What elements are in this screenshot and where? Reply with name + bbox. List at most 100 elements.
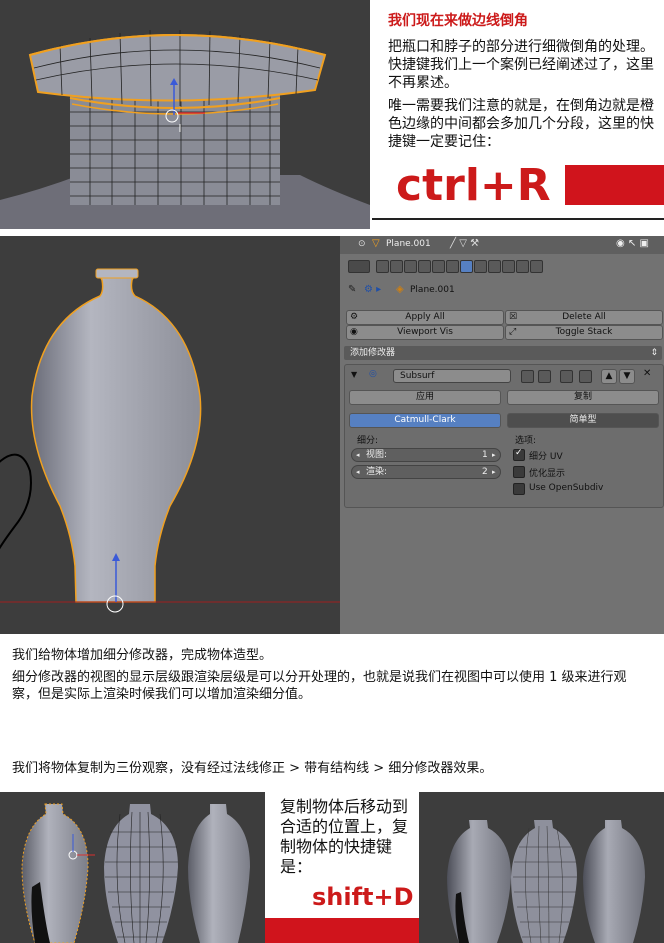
body-text-1: 我们给物体增加细分修改器，完成物体造型。 — [12, 648, 273, 663]
cube-icon: ◈ — [396, 284, 404, 295]
layers-tab-icon[interactable] — [390, 260, 403, 273]
object-icon: ▽ — [372, 238, 380, 249]
viewport-vis-button[interactable]: ◉ Viewport Vis — [346, 325, 504, 340]
bottom-left-viewport[interactable] — [0, 792, 265, 943]
pin-icon[interactable]: ✎ — [348, 284, 356, 295]
shortcut-shift-d: shift+D — [312, 883, 414, 911]
material-tab-icon[interactable] — [488, 260, 501, 273]
vase-model — [0, 268, 340, 613]
subsurf-icon: ◎ — [369, 369, 377, 379]
checkmark-icon: ✓ — [515, 448, 523, 458]
vase-neck-mesh — [0, 29, 370, 229]
optimal-display-checkbox[interactable] — [513, 466, 525, 478]
top-3d-viewport[interactable] — [0, 0, 370, 229]
shortcut-ctrl-r: ctrl+R — [396, 160, 551, 211]
divider — [372, 218, 664, 220]
tab-simple[interactable]: 简单型 — [507, 413, 659, 428]
apply-button[interactable]: 应用 — [349, 390, 501, 405]
collapse-arrow-icon[interactable]: ▼ — [351, 370, 357, 379]
bevel-tip: 我们现在来做边线倒角 把瓶口和脖子的部分进行细微倒角的处理。快捷键我们上一个案例… — [388, 8, 656, 156]
object-tab-icon[interactable] — [432, 260, 445, 273]
toggle-stack-label: Toggle Stack — [555, 327, 613, 337]
cage-toggle-icon[interactable] — [579, 370, 592, 383]
particles-tab-icon[interactable] — [516, 260, 529, 273]
dropdown-arrow-icon: ⇕ — [650, 348, 658, 358]
three-vases-right — [447, 820, 645, 943]
apply-label: 应用 — [415, 392, 434, 402]
three-vases-left — [21, 803, 250, 943]
view-label: 视图: — [366, 450, 388, 460]
visibility-icons[interactable]: ◉ ↖ ▣ — [616, 238, 649, 249]
viewport-vis-label: Viewport Vis — [397, 327, 453, 337]
modifier-wrench-icon[interactable]: ╱ ▽ ⚒ — [450, 238, 479, 249]
view-value: 1 — [482, 450, 488, 460]
editmode-toggle-icon[interactable] — [560, 370, 573, 383]
render-value: 2 — [482, 467, 488, 477]
expand-icon: ⤢ — [509, 327, 517, 337]
panel-header: ⊙ ▽ Plane.001 ╱ ▽ ⚒ ◉ ↖ ▣ — [340, 236, 664, 254]
opensubdiv-label: Use OpenSubdiv — [529, 483, 604, 493]
render-label: 渲染: — [366, 467, 388, 477]
eye-icon: ◉ — [350, 327, 358, 337]
bottom-right-viewport[interactable] — [419, 792, 664, 943]
header-object-name: Plane.001 — [386, 239, 431, 249]
close-icon[interactable]: ✕ — [643, 368, 651, 379]
optimal-display-label: 优化显示 — [529, 469, 566, 479]
move-up-icon[interactable]: ▲ — [601, 369, 617, 384]
properties-panel: ⊙ ▽ Plane.001 ╱ ▽ ⚒ ◉ ↖ ▣ ✎ ⚙ ▸ ◈ Plane.… — [340, 236, 664, 634]
add-modifier-label: 添加修改器 — [350, 348, 396, 358]
body-text-2: 细分修改器的视图的显示层级跟渲染层级是可以分开处理的，也就是说我们在视图中可以使… — [12, 670, 627, 702]
apply-icon: ⚙ — [350, 312, 359, 322]
modifier-name: Subsurf — [400, 371, 435, 381]
world-tab-icon[interactable] — [418, 260, 431, 273]
increment-arrow-icon: ▸ — [492, 451, 496, 459]
breadcrumb: ✎ ⚙ ▸ ◈ Plane.001 — [340, 282, 664, 298]
increment-arrow-icon: ▸ — [492, 468, 496, 476]
copy-button[interactable]: 复制 — [507, 390, 659, 405]
opensubdiv-checkbox[interactable] — [513, 483, 525, 495]
main-3d-viewport[interactable] — [0, 236, 340, 634]
scene-link-icon: ⚙ ▸ — [364, 284, 382, 295]
catmull-clark-label: Catmull-Clark — [394, 415, 456, 425]
properties-tabs — [340, 256, 664, 276]
render-levels-field[interactable]: ◂ 渲染: 2 ▸ — [351, 465, 501, 479]
breadcrumb-object: Plane.001 — [410, 285, 455, 295]
view-levels-field[interactable]: ◂ 视图: 1 ▸ — [351, 448, 501, 462]
scene-tab-icon[interactable] — [404, 260, 417, 273]
render-toggle-icon[interactable] — [521, 370, 534, 383]
delete-all-button[interactable]: ☒ Delete All — [505, 310, 663, 325]
apply-all-button[interactable]: ⚙ Apply All — [346, 310, 504, 325]
tab-catmull-clark[interactable]: Catmull-Clark — [349, 413, 501, 428]
constraints-tab-icon[interactable] — [446, 260, 459, 273]
copy-label: 复制 — [573, 392, 592, 402]
editor-type-icon[interactable] — [348, 260, 370, 273]
texture-tab-icon[interactable] — [502, 260, 515, 273]
body-text-3: 我们将物体复制为三份观察，没有经过法线修正 > 带有结构线 > 细分修改器效果。 — [12, 761, 493, 776]
subdivide-uv-checkbox[interactable]: ✓ — [513, 448, 525, 461]
display-toggle-icon[interactable] — [538, 370, 551, 383]
subdivisions-label: 细分: — [357, 436, 379, 446]
data-tab-icon[interactable] — [474, 260, 487, 273]
render-tab-icon[interactable] — [376, 260, 389, 273]
delete-icon: ☒ — [509, 312, 518, 322]
toggle-stack-button[interactable]: ⤢ Toggle Stack — [505, 325, 663, 340]
red-accent-bar — [565, 165, 664, 205]
apply-all-label: Apply All — [405, 312, 445, 322]
modifier-name-field[interactable]: Subsurf — [393, 369, 511, 383]
physics-tab-icon[interactable] — [530, 260, 543, 273]
subsurf-modifier-box: ▼ ◎ Subsurf ▲ ▼ ✕ 应用 复制 Catmull-Clark 简单… — [344, 364, 664, 508]
decrement-arrow-icon: ◂ — [356, 468, 360, 476]
copy-tip-text: 复制物体后移动到合适的位置上，复制物体的快捷键是： — [280, 797, 409, 876]
delete-all-label: Delete All — [562, 312, 606, 322]
simple-label: 简单型 — [569, 415, 597, 425]
tip-paragraph-1: 把瓶口和脖子的部分进行细微倒角的处理。快捷键我们上一个案例已经阐述过了，这里不再… — [388, 39, 654, 91]
options-label: 选项: — [515, 436, 537, 446]
add-modifier-dropdown[interactable]: 添加修改器 ⇕ — [344, 346, 662, 360]
scene-icon: ⊙ — [358, 239, 366, 249]
red-accent-bar — [265, 918, 419, 943]
tip-title: 我们现在来做边线倒角 — [388, 13, 528, 29]
decrement-arrow-icon: ◂ — [356, 451, 360, 459]
tip-paragraph-2: 唯一需要我们注意的就是，在倒角边就是橙色边缘的中间都会多加几个分段，这里的快捷键… — [388, 98, 654, 150]
modifiers-tab-icon[interactable] — [460, 260, 473, 273]
move-down-icon[interactable]: ▼ — [619, 369, 635, 384]
